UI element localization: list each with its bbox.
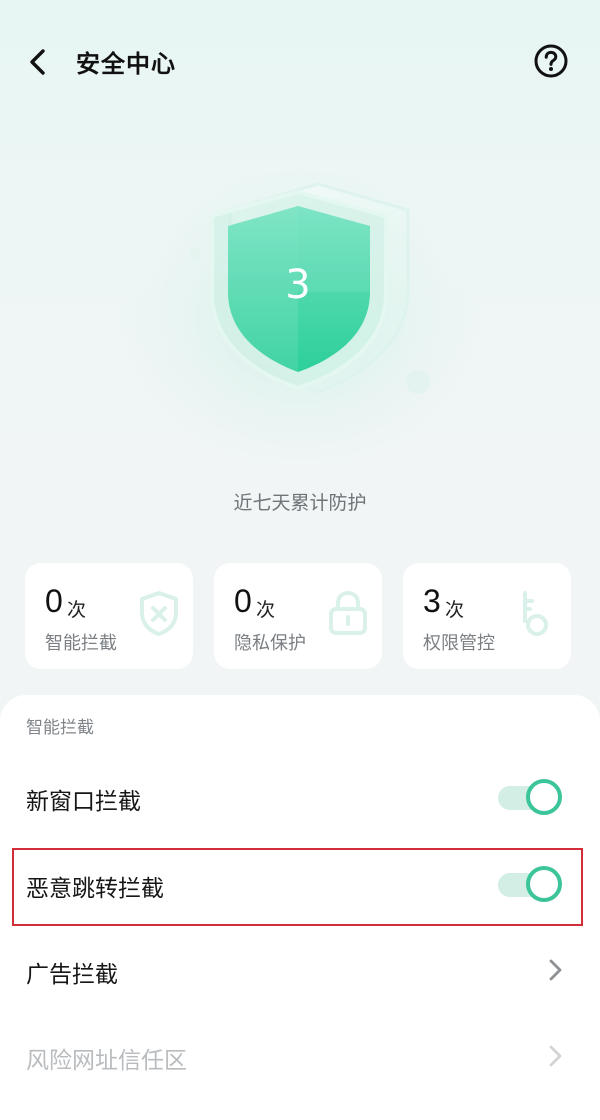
settings-panel: 智能拦截 新窗口拦截 恶意跳转拦截 广告拦截 风险网址信任区 [0, 695, 600, 1120]
row-label: 广告拦截 [26, 962, 118, 988]
toggle-malicious-redirect-block[interactable] [496, 865, 566, 905]
toggle-knob [526, 866, 562, 902]
toggle-new-window-block[interactable] [496, 778, 566, 818]
stat-label: 权限管控 [423, 633, 495, 654]
stat-unit: 次 [445, 599, 465, 621]
back-button[interactable] [18, 40, 58, 84]
protection-count: 3 [285, 262, 311, 308]
toggle-knob [526, 779, 562, 815]
question-circle-icon [534, 44, 568, 78]
row-new-window-block[interactable]: 新窗口拦截 [0, 760, 600, 836]
row-ad-block[interactable]: 广告拦截 [0, 933, 600, 1009]
protection-caption: 近七天累计防护 [233, 492, 367, 514]
chevron-right-icon [549, 1045, 562, 1067]
row-label: 新窗口拦截 [26, 789, 141, 815]
lock-icon [329, 590, 367, 635]
stats-row: 0 次 智能拦截 0 次 隐私保护 3 次 权限管控 [25, 563, 575, 669]
stat-value: 0 [234, 583, 252, 619]
stat-value: 0 [45, 583, 63, 619]
stat-card-permission[interactable]: 3 次 权限管控 [403, 563, 571, 669]
stat-label: 隐私保护 [234, 633, 306, 654]
shield-x-icon [140, 591, 178, 636]
app-header: 安全中心 [0, 0, 600, 120]
row-risk-url-trust-zone[interactable]: 风险网址信任区 [0, 1019, 600, 1095]
stat-card-privacy[interactable]: 0 次 隐私保护 [214, 563, 382, 669]
protection-hero: 3 近七天累计防护 [0, 140, 600, 514]
stat-unit: 次 [256, 599, 276, 621]
help-button[interactable] [532, 42, 570, 80]
row-malicious-redirect-block[interactable]: 恶意跳转拦截 [0, 847, 600, 923]
row-label: 恶意跳转拦截 [26, 876, 164, 902]
chevron-left-icon [30, 49, 45, 75]
page-title: 安全中心 [76, 50, 176, 78]
stat-card-smart-block[interactable]: 0 次 智能拦截 [25, 563, 193, 669]
stat-unit: 次 [67, 599, 87, 621]
stat-value: 3 [423, 583, 441, 619]
stat-label: 智能拦截 [45, 633, 117, 654]
row-label: 风险网址信任区 [26, 1048, 187, 1074]
section-title: 智能拦截 [26, 718, 94, 738]
key-icon [523, 591, 548, 636]
chevron-right-icon [549, 959, 562, 981]
